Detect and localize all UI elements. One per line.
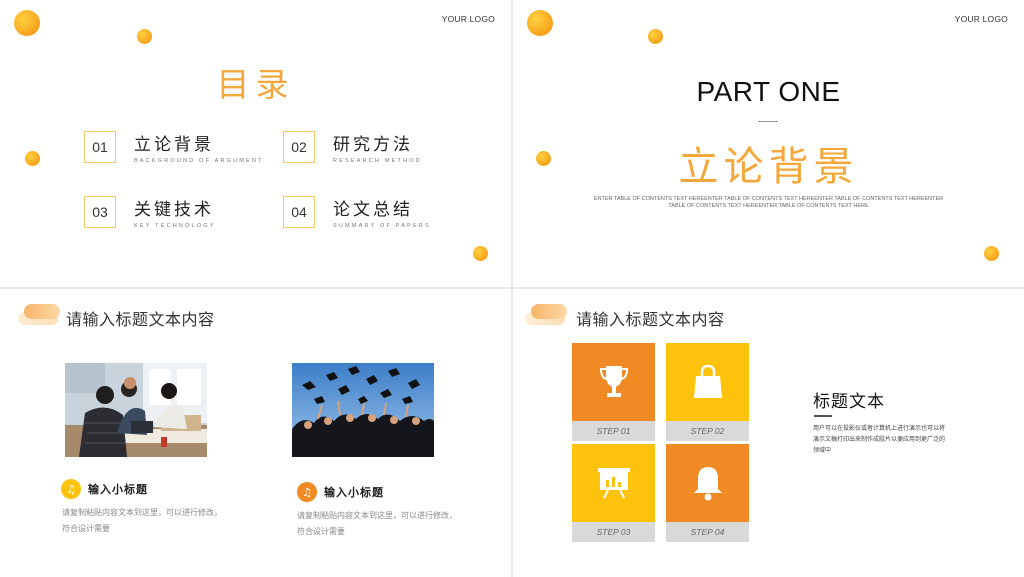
header-decor	[18, 304, 60, 326]
toc-sublabel: BACKGROUND OF ARGUMENT	[134, 158, 264, 164]
decor-dot	[527, 10, 553, 36]
decor-dot	[137, 29, 152, 44]
header-decor	[525, 304, 567, 326]
step-label: STEP 02	[666, 421, 749, 441]
step-label: STEP 04	[666, 522, 749, 542]
graduation-photo	[292, 363, 434, 457]
music-note-icon: ♫	[61, 479, 81, 499]
step-tile-2[interactable]: STEP 02	[666, 343, 749, 441]
slide-steps[interactable]: 请输入标题文本内容 STEP 01 STEP 02 STEP 03 STEP 0…	[513, 289, 1024, 577]
toc-label: 研究方法	[333, 135, 413, 155]
slide-contents[interactable]: YOUR LOGO 目录 01 立论背景 BACKGROUND OF ARGUM…	[0, 0, 511, 287]
part-title: PART ONE	[696, 76, 841, 107]
content-title: 标题文本	[813, 392, 885, 412]
shopping-bag-icon	[693, 364, 722, 398]
step-tile-1[interactable]: STEP 01	[572, 343, 655, 441]
section-description: ENTER TABLE OF CONTENTS TEXT HEREENTER T…	[593, 196, 944, 209]
toc-item-2[interactable]: 02 研究方法 RESEARCH METHOD	[283, 130, 422, 164]
step-tile-4[interactable]: STEP 04	[666, 444, 749, 542]
card-description: 请复制粘贴内容文本到这里，可以进行修改，符合设计需要	[297, 511, 457, 536]
slide-image-cards[interactable]: 请输入标题文本内容 ♫ 输入小标题 请复制粘贴内容文本到这里，可以进行修改，符合…	[0, 289, 511, 577]
toc-number: 01	[84, 131, 116, 163]
toc-number: 02	[283, 131, 315, 163]
step-tile-3[interactable]: STEP 03	[572, 444, 655, 542]
decor-dot	[14, 10, 40, 36]
toc-number: 03	[84, 196, 116, 228]
content-description: 用户可以在投影仪或者计算机上进行演示也可以将演示文稿打印出来制作成胶片以便应用到…	[813, 425, 946, 454]
card-description: 请复制粘贴内容文本到这里，可以进行修改，符合设计需要	[62, 508, 222, 533]
decor-dot	[473, 246, 488, 261]
logo-text: YOUR LOGO	[954, 14, 1008, 24]
toc-sublabel: RESEARCH METHOD	[333, 158, 422, 164]
decor-dot	[984, 246, 999, 261]
decor-dot	[648, 29, 663, 44]
toc-label: 立论背景	[134, 135, 214, 155]
toc-sublabel: SUMMARY OF PAPERS	[333, 223, 431, 229]
toc-sublabel: KEY TECHNOLOGY	[134, 223, 216, 229]
music-note-icon: ♫	[297, 482, 317, 502]
decor-dot	[25, 151, 40, 166]
logo-text: YOUR LOGO	[441, 14, 495, 24]
step-label: STEP 01	[572, 421, 655, 441]
presentation-board-icon	[597, 468, 630, 499]
toc-label: 论文总结	[333, 200, 413, 220]
divider	[758, 121, 778, 122]
section-title: 立论背景	[678, 144, 859, 190]
students-studying-photo	[65, 363, 207, 457]
toc-item-3[interactable]: 03 关键技术 KEY TECHNOLOGY	[84, 195, 216, 229]
slide-header-title: 请输入标题文本内容	[576, 310, 725, 329]
bell-icon	[693, 467, 722, 501]
slide-part-one[interactable]: YOUR LOGO PART ONE 立论背景 ENTER TABLE OF C…	[513, 0, 1024, 287]
contents-title: 目录	[216, 65, 295, 104]
card-subtitle: 输入小标题	[88, 483, 148, 496]
trophy-icon	[599, 366, 628, 397]
slide-header-title: 请输入标题文本内容	[66, 310, 215, 329]
step-label: STEP 03	[572, 522, 655, 542]
toc-number: 04	[283, 196, 315, 228]
card-subtitle: 输入小标题	[324, 486, 384, 499]
divider	[814, 415, 832, 417]
toc-label: 关键技术	[134, 200, 214, 220]
toc-item-1[interactable]: 01 立论背景 BACKGROUND OF ARGUMENT	[84, 130, 264, 164]
toc-item-4[interactable]: 04 论文总结 SUMMARY OF PAPERS	[283, 195, 431, 229]
